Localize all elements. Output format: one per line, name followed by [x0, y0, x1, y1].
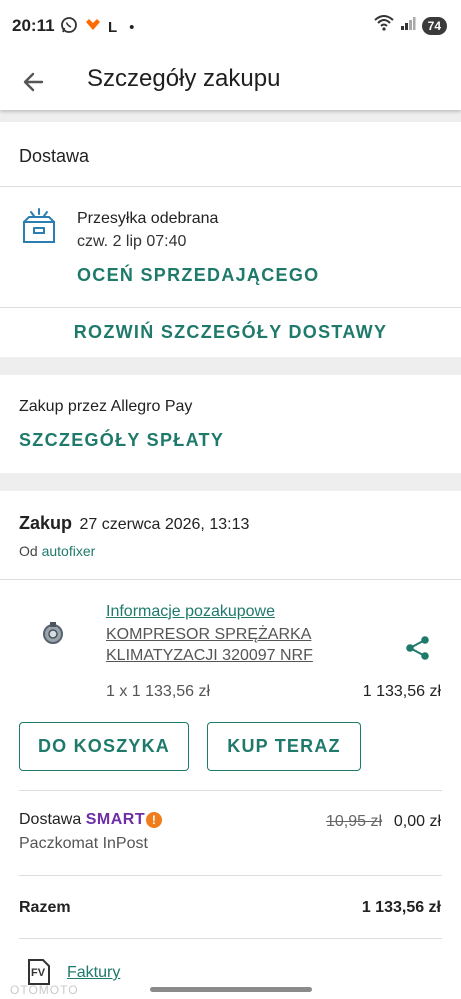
svg-text:FV: FV [31, 967, 46, 979]
divider [19, 938, 442, 939]
purchase-header: Zakup 27 czerwca 2026, 13:13 [19, 513, 249, 534]
notification-icons: L • [60, 16, 134, 39]
divider [0, 307, 461, 308]
watermark: OTOMOTO [10, 983, 79, 997]
whatsapp-icon [60, 16, 78, 39]
purchase-label: Zakup [19, 513, 73, 533]
back-arrow-icon[interactable] [18, 66, 50, 98]
purchase-section: Zakup 27 czerwca 2026, 13:13 Od autofixe… [0, 491, 461, 999]
delivery-status: Przesyłka odebrana [77, 210, 219, 227]
battery-indicator: 74 [421, 16, 447, 35]
shipping-label: Dostawa [19, 811, 82, 829]
delivery-heading: Dostawa [19, 146, 90, 166]
divider [19, 875, 442, 876]
smart-logo: SMART! [86, 811, 163, 829]
wifi-icon [373, 14, 394, 37]
section-separator [0, 357, 461, 375]
section-separator [0, 473, 461, 491]
shipping-line: Dostawa SMART! [19, 811, 163, 829]
payment-label: Zakup przez Allegro Pay [19, 398, 193, 415]
invoices-link[interactable]: Faktury [67, 964, 120, 982]
buy-now-button[interactable]: KUP TERAZ [207, 722, 361, 771]
shipping-old-price: 10,95 zł [326, 813, 383, 830]
payment-section: Zakup przez Allegro Pay SZCZEGÓŁY SPŁATY [0, 375, 461, 473]
shipping-method: Paczkomat InPost [19, 835, 148, 852]
payment-details-link[interactable]: SZCZEGÓŁY SPŁATY [19, 430, 224, 451]
delivery-section: Dostawa Przesyłka odebrana czw. 2 lip 07… [0, 122, 461, 357]
divider [0, 186, 461, 187]
parcel-box-icon [21, 207, 57, 250]
status-bar: 20:11 L • 74 [0, 0, 461, 52]
app-bar: Szczegóły zakupu [0, 52, 461, 110]
shipping-new-price: 0,00 zł [393, 813, 441, 830]
product-title-line2[interactable]: KLIMATYZACJI 320097 NRF [106, 647, 313, 665]
seller-link[interactable]: autofixer [42, 543, 96, 559]
purchase-date: 27 czerwca 2026, 13:13 [79, 516, 250, 533]
system-icons: 74 [373, 14, 447, 37]
quantity-price: 1 x 1 133,56 zł [106, 683, 211, 700]
expand-delivery-details-link[interactable]: ROZWIŃ SZCZEGÓŁY DOSTAWY [0, 322, 461, 343]
rate-seller-link[interactable]: OCEŃ SPRZEDAJĄCEGO [77, 265, 319, 286]
share-icon[interactable] [404, 634, 432, 667]
page-title: Szczegóły zakupu [87, 65, 281, 92]
summary-label: Razem [19, 899, 71, 916]
item-total-price: 1 133,56 zł [362, 683, 441, 700]
home-indicator[interactable] [150, 987, 312, 992]
status-letter: L [108, 19, 118, 36]
post-purchase-info-link[interactable]: Informacje pozakupowe [106, 603, 275, 621]
divider [0, 579, 461, 580]
section-separator [0, 110, 461, 122]
product-thumbnail[interactable] [40, 621, 66, 652]
add-to-cart-button[interactable]: DO KOSZYKA [19, 722, 189, 771]
summary-total: 1 133,56 zł [361, 899, 441, 916]
seller-line: Od autofixer [19, 543, 95, 559]
signal-icon [400, 15, 416, 36]
product-title-line1[interactable]: KOMPRESOR SPRĘŻARKA [106, 626, 311, 644]
delivery-date: czw. 2 lip 07:40 [77, 233, 187, 250]
smart-badge-icon: ! [146, 812, 163, 828]
seller-from-label: Od [19, 543, 38, 559]
status-dot: • [129, 19, 135, 36]
divider [19, 790, 442, 791]
status-time: 20:11 [12, 16, 55, 35]
allegro-icon [84, 16, 102, 39]
